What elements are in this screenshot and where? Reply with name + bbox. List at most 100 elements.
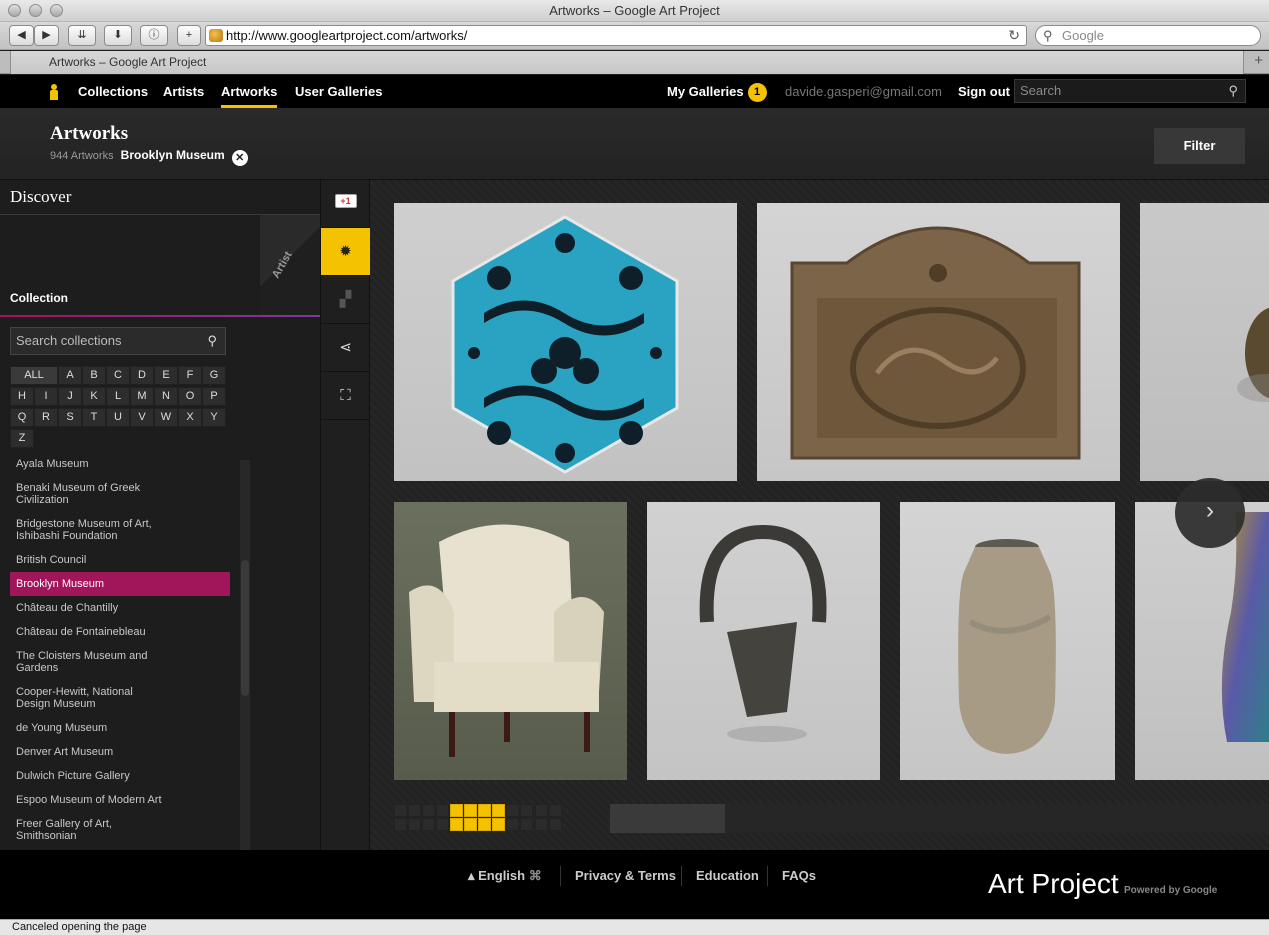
filter-button[interactable]: Filter <box>1154 128 1245 164</box>
page-dot[interactable] <box>535 818 548 831</box>
next-page-chevron-icon[interactable]: › <box>1175 478 1245 548</box>
page-dot[interactable] <box>436 804 449 817</box>
alphabet-key[interactable]: R <box>34 408 58 427</box>
alphabet-key[interactable]: S <box>58 408 82 427</box>
downloads-icon[interactable]: ⬇ <box>104 25 132 46</box>
page-dot[interactable] <box>520 804 533 817</box>
nav-artworks[interactable]: Artworks <box>221 75 278 108</box>
page-dot[interactable] <box>549 818 562 831</box>
share-icon[interactable]: ⋖ <box>321 324 370 372</box>
page-dot[interactable] <box>394 804 407 817</box>
forward-icon[interactable]: ▶ <box>34 25 59 46</box>
page-dot[interactable] <box>520 818 533 831</box>
slideshow-icon[interactable]: ⛶ <box>321 372 370 420</box>
address-bar[interactable]: http://www.googleartproject.com/artworks… <box>205 25 1027 46</box>
page-dot-active[interactable] <box>492 804 505 817</box>
collection-item[interactable]: British Council <box>10 554 230 566</box>
artwork-thumbnail[interactable] <box>394 502 627 780</box>
collection-item[interactable]: Château de Chantilly <box>10 602 230 614</box>
page-dot-active[interactable] <box>478 804 491 817</box>
collection-list-scroll-thumb[interactable] <box>241 560 249 696</box>
alphabet-key[interactable]: C <box>106 366 130 385</box>
page-dot[interactable] <box>549 804 562 817</box>
collection-item[interactable]: Bridgestone Museum of Art, Ishibashi Fou… <box>10 518 170 542</box>
page-dot-active[interactable] <box>464 818 477 831</box>
reload-icon[interactable]: ↻ <box>1008 26 1020 45</box>
back-icon[interactable]: ◀ <box>9 25 34 46</box>
alphabet-key[interactable]: O <box>178 387 202 406</box>
page-dot[interactable] <box>506 804 519 817</box>
artwork-thumbnail[interactable] <box>394 203 737 481</box>
alphabet-key[interactable]: H <box>10 387 34 406</box>
remove-filter-icon[interactable]: ✕ <box>231 150 248 166</box>
artwork-thumbnail[interactable] <box>1140 203 1269 481</box>
artwork-thumbnail[interactable] <box>900 502 1115 780</box>
zoom-window-button[interactable] <box>50 4 63 17</box>
large-view-icon[interactable]: ✹ <box>321 228 370 276</box>
alphabet-key[interactable]: ALL <box>10 366 58 385</box>
alphabet-key[interactable]: T <box>82 408 106 427</box>
alphabet-key[interactable]: M <box>130 387 154 406</box>
alphabet-key[interactable]: G <box>202 366 226 385</box>
alphabet-key[interactable]: N <box>154 387 178 406</box>
education-link[interactable]: Education <box>696 868 759 883</box>
bookmarks-icon[interactable]: ⇊ <box>68 25 96 46</box>
page-dot[interactable] <box>422 804 435 817</box>
search-icon[interactable]: ⚲ <box>1228 80 1238 102</box>
collection-item[interactable]: Ayala Museum <box>10 458 230 470</box>
alphabet-key[interactable]: V <box>130 408 154 427</box>
browser-search-field[interactable]: ⚲ Google <box>1035 25 1261 46</box>
alphabet-key[interactable]: E <box>154 366 178 385</box>
alphabet-key[interactable]: X <box>178 408 202 427</box>
alphabet-key[interactable]: Q <box>10 408 34 427</box>
nav-collections[interactable]: Collections <box>78 75 148 108</box>
page-dot[interactable] <box>394 818 407 831</box>
alphabet-key[interactable]: B <box>82 366 106 385</box>
artwork-thumbnail[interactable] <box>757 203 1120 481</box>
alphabet-key[interactable]: A <box>58 366 82 385</box>
collection-item[interactable]: Espoo Museum of Modern Art <box>10 794 230 806</box>
nav-user-galleries[interactable]: User Galleries <box>295 75 382 108</box>
page-dot[interactable] <box>422 818 435 831</box>
alphabet-key[interactable]: W <box>154 408 178 427</box>
alphabet-key[interactable]: L <box>106 387 130 406</box>
privacy-terms-link[interactable]: Privacy & Terms <box>575 868 676 883</box>
grid-scroll-thumb[interactable] <box>610 804 726 833</box>
collection-item[interactable]: Château de Fontainebleau <box>10 626 230 638</box>
user-email[interactable]: davide.gasperi@gmail.com <box>785 75 942 108</box>
collection-item[interactable]: Freer Gallery of Art, Smithsonian <box>10 818 170 842</box>
small-view-icon[interactable]: ▞ <box>321 276 370 324</box>
language-selector[interactable]: ▴ English ⌘ <box>468 868 542 884</box>
page-dot-active[interactable] <box>478 818 491 831</box>
page-dot[interactable] <box>535 804 548 817</box>
alphabet-key[interactable]: J <box>58 387 82 406</box>
page-dot[interactable] <box>408 818 421 831</box>
new-tab-icon[interactable]: + <box>1254 52 1263 69</box>
collection-item-selected[interactable]: Brooklyn Museum <box>10 572 230 596</box>
alphabet-key[interactable]: D <box>130 366 154 385</box>
alphabet-key[interactable]: K <box>82 387 106 406</box>
alphabet-key[interactable]: U <box>106 408 130 427</box>
alphabet-key[interactable]: Z <box>10 429 34 448</box>
page-dot-active[interactable] <box>464 804 477 817</box>
collection-item[interactable]: Denver Art Museum <box>10 746 230 758</box>
tab-collection[interactable]: Collection <box>10 291 68 305</box>
page-dot[interactable] <box>408 804 421 817</box>
sign-out-link[interactable]: Sign out <box>958 75 1010 108</box>
collection-item[interactable]: Benaki Museum of Greek Civilization <box>10 482 170 506</box>
art-project-logo-icon[interactable] <box>50 84 58 100</box>
alphabet-key[interactable]: Y <box>202 408 226 427</box>
alphabet-key[interactable]: F <box>178 366 202 385</box>
collection-item[interactable]: Dulwich Picture Gallery <box>10 770 230 782</box>
alphabet-key[interactable]: I <box>34 387 58 406</box>
artwork-thumbnail[interactable] <box>647 502 880 780</box>
search-icon[interactable]: ⚲ <box>207 328 217 354</box>
page-dot[interactable] <box>436 818 449 831</box>
minimize-window-button[interactable] <box>29 4 42 17</box>
collection-search-input[interactable]: Search collections ⚲ <box>10 327 226 355</box>
page-dot-active[interactable] <box>492 818 505 831</box>
page-dot-active[interactable] <box>450 804 463 817</box>
collection-item[interactable]: de Young Museum <box>10 722 230 734</box>
close-window-button[interactable] <box>8 4 21 17</box>
my-galleries-link[interactable]: My Galleries 1 <box>667 75 767 108</box>
